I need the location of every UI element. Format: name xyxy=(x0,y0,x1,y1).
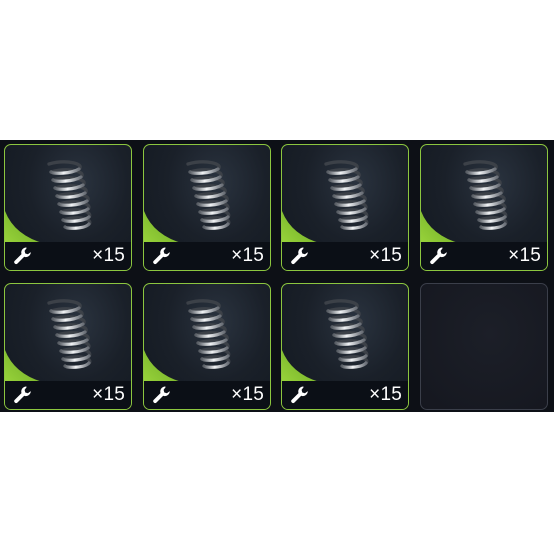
wrench-icon xyxy=(290,246,310,266)
item-count: ×15 xyxy=(92,245,125,266)
spring-icon xyxy=(41,160,93,232)
item-count: ×15 xyxy=(369,245,402,266)
spring-icon xyxy=(457,160,509,232)
inventory-slot[interactable]: ×15 xyxy=(4,144,132,271)
inventory-slot[interactable]: ×15 xyxy=(143,144,271,271)
rarity-corner xyxy=(282,210,323,244)
slot-info-bar: ×15 xyxy=(5,381,131,409)
wrench-icon xyxy=(152,246,172,266)
slot-info-bar: ×15 xyxy=(282,381,408,409)
rarity-corner xyxy=(282,349,323,383)
rarity-corner xyxy=(144,210,185,244)
wrench-icon xyxy=(13,385,33,405)
item-count: ×15 xyxy=(92,384,125,405)
inventory-slot[interactable]: ×15 xyxy=(281,283,409,410)
rarity-corner xyxy=(5,349,46,383)
rarity-corner xyxy=(144,349,185,383)
wrench-icon xyxy=(13,246,33,266)
wrench-icon xyxy=(290,385,310,405)
item-count: ×15 xyxy=(231,245,264,266)
slot-info-bar: ×15 xyxy=(144,242,270,270)
wrench-icon xyxy=(429,246,449,266)
inventory-slot[interactable]: ×15 xyxy=(281,144,409,271)
slot-info-bar: ×15 xyxy=(421,242,547,270)
spring-icon xyxy=(41,299,93,371)
spring-icon xyxy=(180,160,232,232)
inventory-slot[interactable]: ×15 xyxy=(4,283,132,410)
rarity-corner xyxy=(421,210,462,244)
item-count: ×15 xyxy=(369,384,402,405)
slot-info-bar: ×15 xyxy=(282,242,408,270)
slot-info-bar: ×15 xyxy=(144,381,270,409)
item-count: ×15 xyxy=(508,245,541,266)
empty-inventory-slot[interactable] xyxy=(420,283,548,410)
spring-icon xyxy=(180,299,232,371)
inventory-slot[interactable]: ×15 xyxy=(143,283,271,410)
inventory-panel: ×15 ×15 ×15 ×15 ×15 ×15 ×15 xyxy=(0,140,554,412)
spring-icon xyxy=(318,160,370,232)
inventory-slot[interactable]: ×15 xyxy=(420,144,548,271)
rarity-corner xyxy=(5,210,46,244)
wrench-icon xyxy=(152,385,172,405)
slot-info-bar: ×15 xyxy=(5,242,131,270)
item-count: ×15 xyxy=(231,384,264,405)
spring-icon xyxy=(318,299,370,371)
